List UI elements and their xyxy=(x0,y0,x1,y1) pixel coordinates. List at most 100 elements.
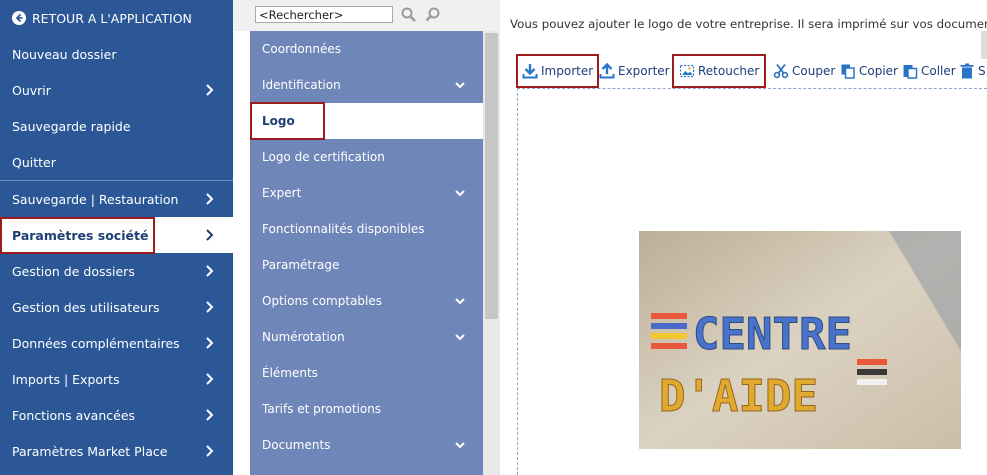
submenu-item-label: Numérotation xyxy=(262,330,345,344)
chevron-right-icon xyxy=(206,373,214,385)
nav-item-donnees-complementaires[interactable]: Données complémentaires xyxy=(0,325,233,361)
submenu-item-coordonnees[interactable]: Coordonnées xyxy=(250,31,483,67)
paste-icon xyxy=(903,65,918,79)
submenu-item-options-comptables[interactable]: Options comptables xyxy=(250,283,483,319)
back-to-app-label: RETOUR A L'APPLICATION xyxy=(32,10,192,26)
submenu-item-elements[interactable]: Éléments xyxy=(250,355,483,391)
logo-image: CENTRE D'AIDE xyxy=(639,231,961,449)
download-icon xyxy=(522,64,538,79)
nav-item-parametres-market-place[interactable]: Paramètres Market Place xyxy=(0,433,233,469)
delete-label: S xyxy=(978,64,986,78)
paste-button[interactable]: Coller xyxy=(902,54,956,88)
nav-item-fonctions-avancees[interactable]: Fonctions avancées xyxy=(0,397,233,433)
nav-item-label: Sauvegarde rapide xyxy=(12,118,131,134)
submenu-item-tarifs-promotions[interactable]: Tarifs et promotions xyxy=(250,391,483,427)
submenu-item-label: Logo de certification xyxy=(262,150,385,164)
nav-item-label: Paramètres Market Place xyxy=(12,443,168,459)
search-next-icon[interactable] xyxy=(424,6,442,24)
retouch-button[interactable]: Retoucher xyxy=(679,54,759,88)
submenu-item-numerotation[interactable]: Numérotation xyxy=(250,319,483,355)
chevron-right-icon xyxy=(206,337,214,349)
nav-item-label: Quitter xyxy=(12,154,56,170)
nav-item-label: Sauvegarde | Restauration xyxy=(12,191,179,207)
copy-label: Copier xyxy=(859,64,898,78)
chevron-right-icon xyxy=(206,193,214,205)
search-input[interactable] xyxy=(255,6,393,23)
chevron-down-icon xyxy=(455,334,465,341)
cut-label: Couper xyxy=(792,64,836,78)
trash-icon xyxy=(960,63,974,79)
nav-item-label: Fonctions avancées xyxy=(12,407,136,423)
export-button[interactable]: Exporter xyxy=(599,54,670,88)
import-button[interactable]: Importer xyxy=(522,54,593,88)
submenu-item-label: Tarifs et promotions xyxy=(262,402,382,416)
chevron-right-icon xyxy=(206,301,214,313)
scissors-icon xyxy=(773,63,789,79)
export-label: Exporter xyxy=(618,64,670,78)
nav-item-label: Paramètres société xyxy=(12,227,149,243)
chevron-right-icon xyxy=(206,445,214,457)
submenu-item-label: Options comptables xyxy=(262,294,383,308)
submenu-scrollbar[interactable] xyxy=(483,31,500,475)
logo-canvas[interactable]: CENTRE D'AIDE xyxy=(517,88,987,475)
search-icon[interactable] xyxy=(400,6,418,24)
nav-item-label: Imports | Exports xyxy=(12,371,120,387)
nav-item-nouveau-dossier[interactable]: Nouveau dossier xyxy=(0,36,233,72)
chevron-down-icon xyxy=(455,442,465,449)
nav-item-gestion-utilisateurs[interactable]: Gestion des utilisateurs xyxy=(0,289,233,325)
nav-item-label: Nouveau dossier xyxy=(12,46,117,62)
copy-icon xyxy=(841,64,855,79)
chevron-down-icon xyxy=(455,82,465,89)
chevron-right-icon xyxy=(206,229,214,241)
nav-item-label: Ouvrir xyxy=(12,82,51,98)
nav-item-quitter[interactable]: Quitter xyxy=(0,144,233,180)
submenu-item-label: Fonctionnalités disponibles xyxy=(262,222,425,236)
chevron-down-icon xyxy=(455,298,465,305)
chevron-right-icon xyxy=(206,265,214,277)
nav-item-label: Gestion des utilisateurs xyxy=(12,299,160,315)
submenu-item-parametrage[interactable]: Paramétrage xyxy=(250,247,483,283)
import-label: Importer xyxy=(541,64,594,78)
image-edit-icon xyxy=(679,64,695,78)
content-scrollbar[interactable] xyxy=(981,31,987,59)
submenu-item-label: Identification xyxy=(262,78,341,92)
nav-item-label: Données complémentaires xyxy=(12,335,180,351)
image-toolbar: Importer Exporter Retoucher Couper Copie… xyxy=(500,54,987,88)
info-text: Vous pouvez ajouter le logo de votre ent… xyxy=(510,17,987,31)
submenu-item-label: Éléments xyxy=(262,366,318,380)
submenu-item-label: Logo xyxy=(262,114,295,128)
submenu-item-logo[interactable]: Logo xyxy=(250,103,483,139)
nav-item-sauvegarde-rapide[interactable]: Sauvegarde rapide xyxy=(0,108,233,144)
submenu-item-logo-certification[interactable]: Logo de certification xyxy=(250,139,483,175)
main-nav: RETOUR A L'APPLICATION Nouveau dossier O… xyxy=(0,0,233,475)
retouch-label: Retoucher xyxy=(698,64,760,78)
nav-item-gestion-dossiers[interactable]: Gestion de dossiers xyxy=(0,253,233,289)
delete-button[interactable]: S xyxy=(959,54,986,88)
upload-icon xyxy=(599,63,615,79)
nav-item-ouvrir[interactable]: Ouvrir xyxy=(0,72,233,108)
submenu-list: Coordonnées Identification Logo Logo de … xyxy=(250,31,483,475)
chevron-down-icon xyxy=(455,190,465,197)
copy-button[interactable]: Copier xyxy=(840,54,898,88)
submenu-item-identification[interactable]: Identification xyxy=(250,67,483,103)
submenu-item-label: Coordonnées xyxy=(262,42,341,56)
submenu-item-label: Documents xyxy=(262,438,331,452)
submenu-item-label: Expert xyxy=(262,186,302,200)
submenu-item-label: Paramétrage xyxy=(262,258,340,272)
submenu-item-documents[interactable]: Documents xyxy=(250,427,483,463)
nav-item-sauvegarde-restauration[interactable]: Sauvegarde | Restauration xyxy=(0,181,233,217)
cut-button[interactable]: Couper xyxy=(773,54,835,88)
paste-label: Coller xyxy=(921,64,956,78)
submenu-item-fonctionnalites[interactable]: Fonctionnalités disponibles xyxy=(250,211,483,247)
submenu-item-expert[interactable]: Expert xyxy=(250,175,483,211)
back-arrow-icon xyxy=(12,11,26,25)
content-panel: Vous pouvez ajouter le logo de votre ent… xyxy=(500,0,987,475)
nav-item-imports-exports[interactable]: Imports | Exports xyxy=(0,361,233,397)
submenu-panel: Coordonnées Identification Logo Logo de … xyxy=(233,0,500,475)
nav-item-parametres-societe[interactable]: Paramètres société xyxy=(0,217,233,253)
scrollbar-thumb[interactable] xyxy=(485,33,498,319)
back-to-app-button[interactable]: RETOUR A L'APPLICATION xyxy=(0,0,233,36)
nav-item-label: Gestion de dossiers xyxy=(12,263,135,279)
chevron-right-icon xyxy=(206,84,214,96)
chevron-right-icon xyxy=(206,409,214,421)
